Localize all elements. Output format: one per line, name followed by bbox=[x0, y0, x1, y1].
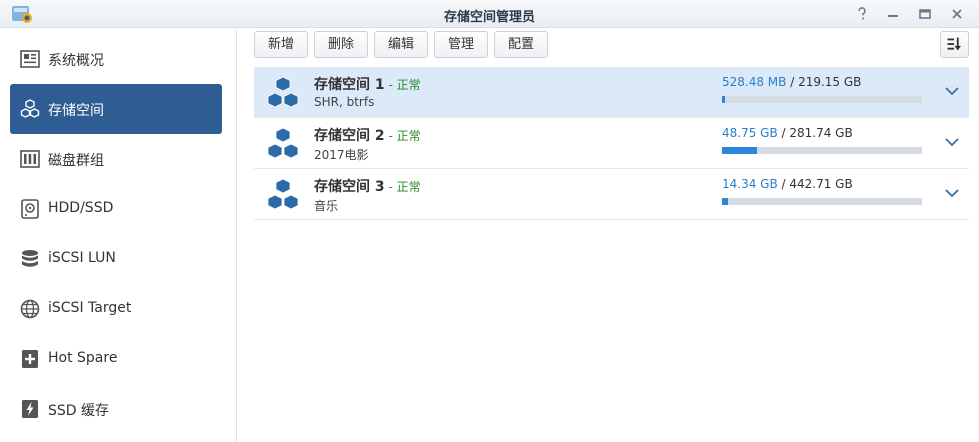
volume-usage-bar-fill bbox=[722, 198, 728, 205]
sidebar-item-iscsi-target[interactable]: iSCSI Target bbox=[10, 284, 222, 334]
volume-cubes-icon bbox=[20, 99, 40, 118]
volume-row[interactable]: 存储空间 1 - 正常 SHR, btrfs 528.48 MB / 219.1… bbox=[254, 67, 969, 118]
sidebar-item-label: HDD/SSD bbox=[48, 200, 114, 216]
volume-name: 存储空间 2 bbox=[314, 128, 385, 144]
volume-usage-bar bbox=[722, 198, 922, 205]
sidebar-item-overview[interactable]: 系统概况 bbox=[10, 34, 222, 84]
help-icon[interactable] bbox=[852, 4, 872, 24]
volume-cubes-icon bbox=[267, 127, 299, 159]
volume-usage: 528.48 MB / 219.15 GB bbox=[722, 75, 861, 89]
sidebar-item-label: 系统概况 bbox=[48, 53, 104, 69]
volume-row[interactable]: 存储空间 3 - 正常 音乐 14.34 GB / 442.71 GB bbox=[254, 169, 969, 220]
volume-total: / 219.15 GB bbox=[786, 75, 862, 89]
disk-group-icon bbox=[20, 150, 40, 168]
volume-usage-bar-fill bbox=[722, 147, 757, 154]
volume-used: 48.75 GB bbox=[722, 126, 778, 140]
database-icon bbox=[22, 250, 38, 267]
volume-status: 正常 bbox=[396, 129, 421, 143]
close-icon[interactable] bbox=[947, 4, 967, 24]
volume-used: 528.48 MB bbox=[722, 75, 787, 89]
volume-title: 存储空间 1 - 正常 bbox=[314, 74, 421, 94]
sidebar-item-hdd-ssd[interactable]: HDD/SSD bbox=[10, 184, 222, 234]
overview-icon bbox=[20, 50, 40, 68]
volume-description: 音乐 bbox=[314, 199, 339, 213]
sort-button[interactable] bbox=[940, 31, 969, 58]
maximize-icon[interactable] bbox=[915, 4, 935, 24]
create-button[interactable]: 新增 bbox=[254, 31, 308, 58]
hdd-icon bbox=[21, 199, 39, 219]
volume-name: 存储空间 1 bbox=[314, 77, 385, 93]
chevron-down-icon[interactable] bbox=[944, 134, 960, 150]
volume-row[interactable]: 存储空间 2 - 正常 2017电影 48.75 GB / 281.74 GB bbox=[254, 118, 969, 169]
volume-status: 正常 bbox=[396, 180, 421, 194]
volume-status: 正常 bbox=[396, 78, 421, 92]
volume-usage-bar bbox=[722, 147, 922, 154]
volume-cubes-icon bbox=[267, 178, 299, 210]
chevron-down-icon[interactable] bbox=[944, 83, 960, 99]
volume-cubes-icon bbox=[267, 76, 299, 108]
volume-title: 存储空间 2 - 正常 bbox=[314, 125, 421, 145]
sidebar-item-label: iSCSI Target bbox=[48, 300, 132, 316]
sidebar-item-iscsi-lun[interactable]: iSCSI LUN bbox=[10, 234, 222, 284]
sidebar-item-label: 磁盘群组 bbox=[48, 153, 104, 169]
sidebar-item-label: iSCSI LUN bbox=[48, 250, 116, 266]
volume-description: SHR, btrfs bbox=[314, 95, 375, 109]
sidebar-item-label: 存储空间 bbox=[48, 103, 104, 119]
volume-used: 14.34 GB bbox=[722, 177, 778, 191]
volume-usage: 14.34 GB / 442.71 GB bbox=[722, 177, 853, 191]
sidebar-item-volume[interactable]: 存储空间 bbox=[10, 84, 222, 134]
minimize-icon[interactable] bbox=[883, 4, 903, 24]
edit-button[interactable]: 编辑 bbox=[374, 31, 428, 58]
sidebar-item-label: Hot Spare bbox=[48, 350, 118, 366]
volume-usage-bar bbox=[722, 96, 922, 103]
sidebar-item-disk-group[interactable]: 磁盘群组 bbox=[10, 134, 222, 184]
window-title: 存储空间管理员 bbox=[443, 10, 535, 25]
volume-name: 存储空间 3 bbox=[314, 179, 385, 195]
volume-separator: - bbox=[384, 129, 397, 143]
sidebar-item-ssd-cache[interactable]: SSD 缓存 bbox=[10, 384, 222, 434]
volume-usage: 48.75 GB / 281.74 GB bbox=[722, 126, 853, 140]
globe-icon bbox=[20, 299, 40, 319]
ssd-cache-lightning-icon bbox=[22, 400, 38, 418]
volume-total: / 442.71 GB bbox=[777, 177, 853, 191]
hot-spare-plus-icon bbox=[22, 350, 38, 368]
sidebar: 系统概况 存储空间 磁盘群组 HDD/SSD iSCSI LUN iSCSI T… bbox=[0, 29, 237, 442]
sort-icon bbox=[947, 37, 961, 51]
title-bar: 存储空间管理员 bbox=[0, 0, 979, 28]
volume-separator: - bbox=[384, 78, 397, 92]
volume-usage-bar-fill bbox=[722, 96, 725, 103]
volume-total: / 281.74 GB bbox=[777, 126, 853, 140]
sidebar-item-label: SSD 缓存 bbox=[48, 403, 110, 419]
delete-button[interactable]: 删除 bbox=[314, 31, 368, 58]
sidebar-item-hot-spare[interactable]: Hot Spare bbox=[10, 334, 222, 384]
volume-description: 2017电影 bbox=[314, 148, 369, 162]
chevron-down-icon[interactable] bbox=[944, 185, 960, 201]
volume-separator: - bbox=[384, 180, 397, 194]
manage-button[interactable]: 管理 bbox=[434, 31, 488, 58]
volume-title: 存储空间 3 - 正常 bbox=[314, 176, 421, 196]
config-button[interactable]: 配置 bbox=[494, 31, 548, 58]
